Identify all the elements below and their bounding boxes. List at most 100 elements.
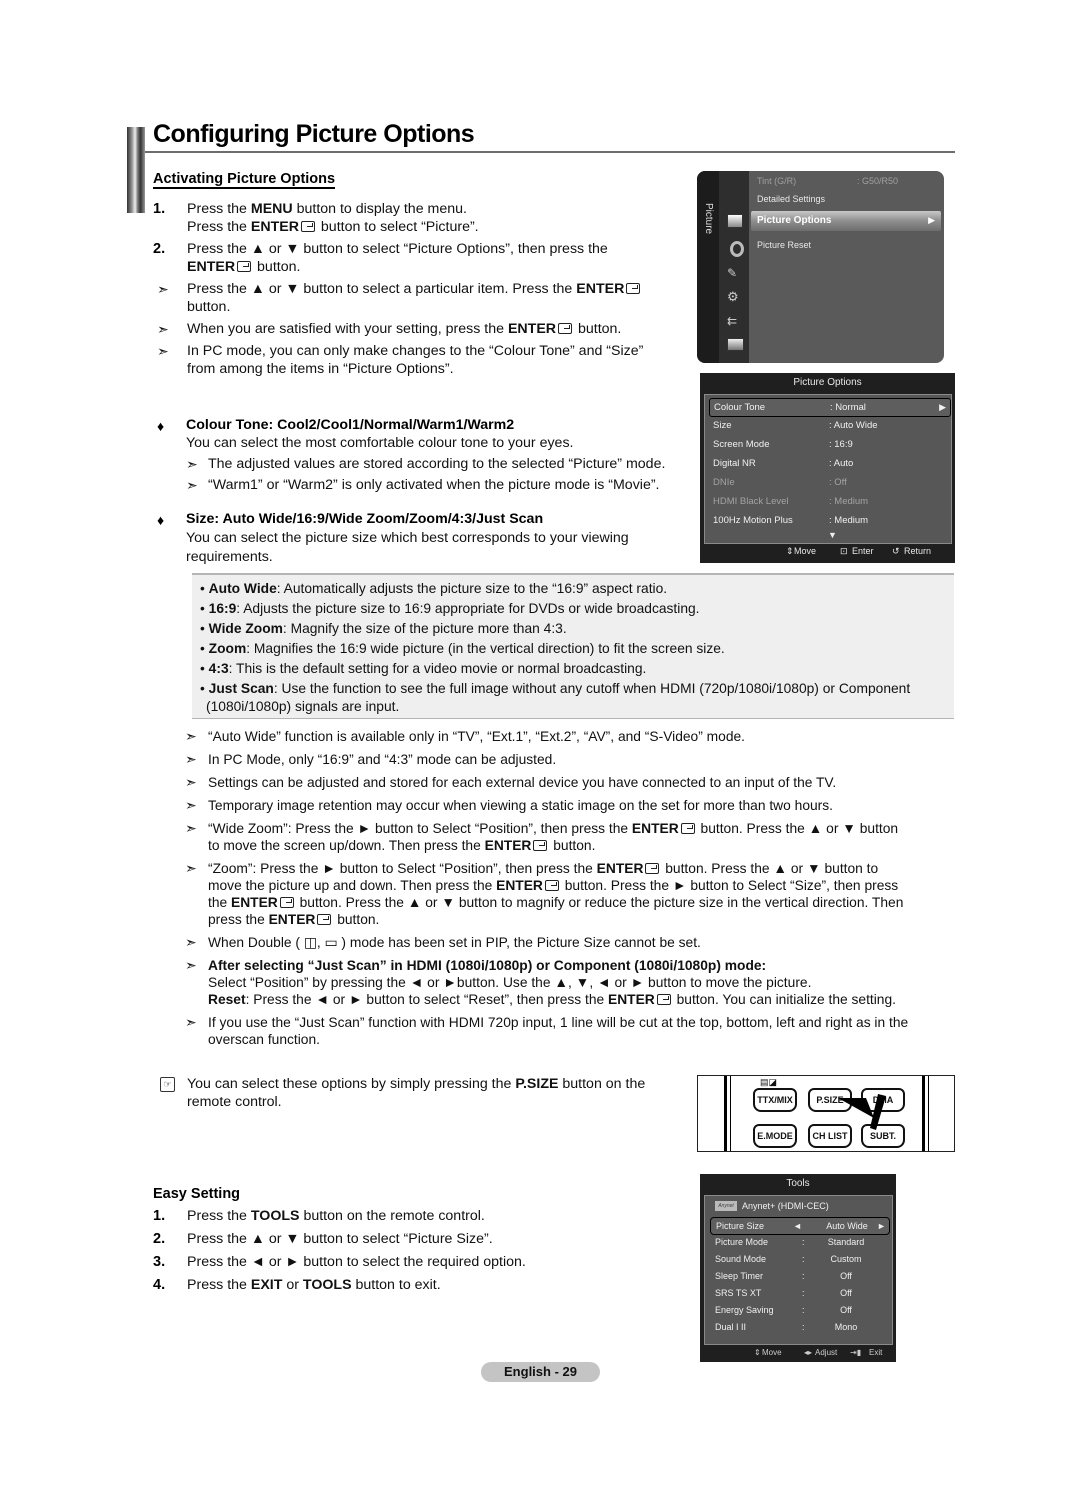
tools-value: Off bbox=[840, 1305, 852, 1315]
option-row[interactable]: Digital NR: Auto bbox=[709, 455, 949, 472]
step-number: 1. bbox=[153, 1208, 166, 1224]
teletext-mix-icon: ▤◪ bbox=[760, 1077, 778, 1087]
enter-icon bbox=[680, 823, 695, 834]
note-text: button. bbox=[187, 299, 231, 315]
ttx-mix-button[interactable]: TTX/MIX bbox=[753, 1088, 797, 1112]
tv-tools-menu: Tools Anynet Anynet+ (HDMI-CEC) Picture … bbox=[700, 1174, 896, 1362]
menu-item-tint[interactable]: Tint (G/R) : G50/R50 bbox=[757, 176, 898, 186]
option-label: Size bbox=[713, 420, 732, 431]
size-option-cont: (1080i/1080p) signals are input. bbox=[206, 699, 400, 714]
bold-term: Reset bbox=[208, 992, 246, 1007]
note-arrow-icon: ➣ bbox=[185, 774, 197, 790]
step-number: 2. bbox=[153, 241, 166, 257]
menu-item-detailed-settings[interactable]: Detailed Settings bbox=[757, 194, 825, 204]
tools-body: Anynet Anynet+ (HDMI-CEC) Picture Size ◄ ►… bbox=[704, 1195, 893, 1345]
tools-colon: : bbox=[802, 1288, 805, 1298]
size-option-term: 16:9 bbox=[208, 601, 237, 616]
size-desc: requirements. bbox=[186, 549, 273, 565]
caveat-text: overscan function. bbox=[208, 1032, 320, 1047]
emode-button[interactable]: E.MODE bbox=[753, 1124, 797, 1148]
tools-colon: : bbox=[802, 1237, 805, 1247]
step-text: Press the MENU button to display the men… bbox=[187, 201, 467, 217]
colour-tone-heading: Colour Tone: Cool2/Cool1/Normal/Warm1/Wa… bbox=[186, 417, 515, 433]
step-text: Press the ▲ or ▼ button to select “Pictu… bbox=[187, 1231, 493, 1247]
note-arrow-icon: ➣ bbox=[185, 860, 197, 876]
input-icon[interactable]: ⇇ bbox=[727, 314, 741, 328]
anynet-item[interactable]: Anynet+ (HDMI-CEC) bbox=[742, 1201, 829, 1211]
tools-row[interactable]: Picture Mode: Standard bbox=[710, 1234, 888, 1250]
option-row[interactable]: Screen Mode : 16:9 bbox=[709, 436, 949, 453]
option-label: 100Hz Motion Plus bbox=[713, 515, 793, 526]
size-option: • Wide Zoom: Magnify the size of the pic… bbox=[200, 621, 567, 636]
caveat-text: Reset: Press the ◄ or ► button to select… bbox=[208, 992, 896, 1007]
menu-item-picture-options[interactable]: Picture Options ▶ bbox=[751, 211, 941, 231]
menu-item-picture-reset[interactable]: Picture Reset bbox=[757, 240, 811, 250]
option-label: HDMI Black Level bbox=[713, 496, 789, 507]
footer-exit-label: Exit bbox=[869, 1348, 883, 1357]
caveat-text: “Auto Wide” function is available only i… bbox=[208, 729, 746, 744]
scroll-down-icon[interactable]: ▼ bbox=[828, 530, 837, 540]
bold-term: MENU bbox=[250, 201, 293, 217]
colour-tone-desc: You can select the most comfortable colo… bbox=[186, 435, 574, 451]
bullet-diamond-icon: ♦ bbox=[157, 512, 165, 528]
tools-row[interactable]: Sound Mode: Custom bbox=[710, 1251, 888, 1267]
page-number-badge: English - 29 bbox=[481, 1362, 600, 1382]
pointer-arrow-icon bbox=[838, 1094, 886, 1130]
option-row[interactable]: Size: Auto Wide bbox=[709, 417, 949, 434]
bold-term: ENTER bbox=[608, 992, 655, 1007]
anynet-logo: Anynet bbox=[715, 1201, 737, 1211]
menu-item-label: Tint (G/R) bbox=[757, 176, 797, 186]
setup-icon[interactable]: ⚙ bbox=[727, 289, 741, 304]
footer-adjust-label: Adjust bbox=[815, 1348, 838, 1357]
caveat-text: Temporary image retention may occur when… bbox=[208, 798, 833, 813]
option-label: Digital NR bbox=[713, 458, 756, 469]
note-arrow-icon: ➣ bbox=[186, 456, 198, 472]
remote-edge bbox=[730, 1076, 731, 1151]
step-text: Press the EXIT or TOOLS button to exit. bbox=[187, 1277, 441, 1293]
caveat-text: When Double ( ◫, ▭ ) mode has been set i… bbox=[208, 935, 701, 950]
tools-row[interactable]: Sleep Timer: Off bbox=[710, 1268, 888, 1284]
right-triangle-icon: ▶ bbox=[928, 215, 935, 225]
enter-icon bbox=[279, 897, 294, 908]
remote-note-icon: ☞ bbox=[160, 1077, 175, 1092]
application-icon[interactable] bbox=[727, 338, 744, 351]
note-text: Press the ▲ or ▼ button to select a part… bbox=[187, 281, 642, 298]
remote-edge bbox=[724, 1076, 727, 1151]
note-arrow-icon: ➣ bbox=[157, 343, 169, 359]
enter-icon bbox=[300, 221, 315, 232]
tools-label: Picture Size bbox=[716, 1221, 765, 1231]
size-heading: Size: Auto Wide/16:9/Wide Zoom/Zoom/4:3/… bbox=[186, 511, 544, 527]
channel-icon[interactable]: ✎ bbox=[727, 266, 741, 280]
option-row[interactable]: DNIe: Off bbox=[709, 474, 949, 491]
tools-colon: : bbox=[802, 1271, 805, 1281]
size-options-box: • Auto Wide: Automatically adjusts the p… bbox=[192, 573, 954, 719]
note-arrow-icon: ➣ bbox=[186, 477, 198, 493]
option-label: DNIe bbox=[713, 477, 735, 488]
easy-setting-heading: Easy Setting bbox=[153, 1186, 241, 1202]
option-row[interactable]: Colour Tone: Normal ▶ bbox=[709, 398, 951, 417]
enter-icon bbox=[317, 914, 332, 925]
remote-control-illustration: ▤◪ TTX/MIX P.SIZE DMA E.MODE CH LIST SUB… bbox=[697, 1075, 955, 1152]
tools-row[interactable]: Picture Size ◄ ► Auto Wide bbox=[710, 1217, 890, 1235]
step-text: Press the ENTER button to select “Pictur… bbox=[187, 219, 479, 235]
picture-icon[interactable] bbox=[727, 214, 743, 228]
size-option-term: Just Scan bbox=[208, 681, 274, 696]
enter-icon bbox=[558, 323, 573, 334]
note-text: When you are satisfied with your setting… bbox=[187, 321, 622, 337]
tools-row[interactable]: Energy Saving: Off bbox=[710, 1302, 888, 1318]
sound-icon[interactable] bbox=[730, 241, 744, 257]
step-text: Press the TOOLS button on the remote con… bbox=[187, 1208, 485, 1224]
menu-category-label: Picture bbox=[703, 203, 714, 235]
caveat-text: to move the screen up/down. Then press t… bbox=[208, 838, 596, 853]
option-row[interactable]: HDMI Black Level: Medium bbox=[709, 493, 949, 510]
size-option-term: Auto Wide bbox=[208, 581, 277, 596]
enter-icon bbox=[645, 863, 660, 874]
tools-row[interactable]: Dual I II: Mono bbox=[710, 1319, 888, 1335]
bullet-diamond-icon: ♦ bbox=[157, 418, 165, 434]
option-value: : 16:9 bbox=[829, 439, 853, 450]
tools-row[interactable]: SRS TS XT: Off bbox=[710, 1285, 888, 1301]
option-label: Screen Mode bbox=[713, 439, 770, 450]
note-arrow-icon: ➣ bbox=[185, 957, 197, 973]
page-title: Configuring Picture Options bbox=[153, 120, 475, 148]
option-row[interactable]: 100Hz Motion Plus: Medium bbox=[709, 512, 949, 529]
